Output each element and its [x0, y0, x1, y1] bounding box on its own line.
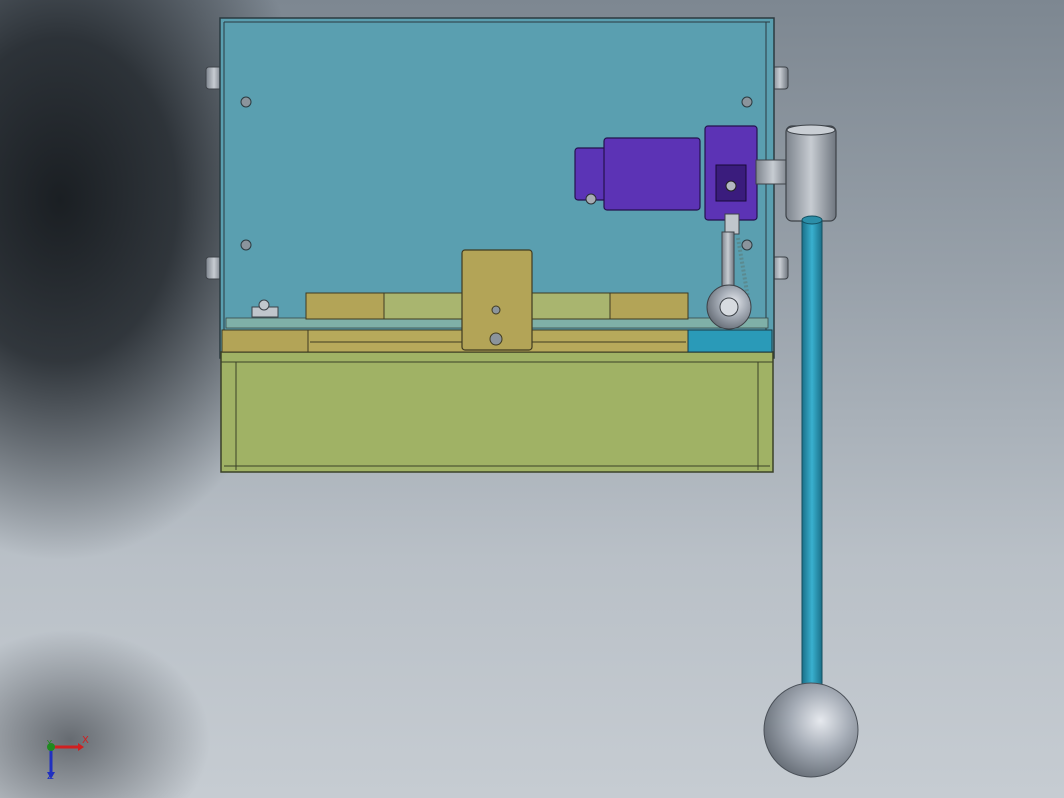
motor-bracket[interactable]: [704, 125, 791, 221]
carriage-block[interactable]: [461, 249, 533, 351]
base-tray[interactable]: [220, 351, 774, 473]
lever-knob[interactable]: [763, 682, 859, 778]
model-view[interactable]: [0, 0, 1064, 798]
motor[interactable]: [574, 137, 701, 211]
lever-rod[interactable]: [801, 215, 823, 689]
triad-z-label: Z: [47, 771, 54, 782]
triad-x-label: X: [82, 735, 89, 746]
triad-y-label: Y: [47, 739, 52, 748]
pivot-hub[interactable]: [785, 124, 837, 222]
cad-viewport[interactable]: X Y Z: [0, 0, 1064, 798]
